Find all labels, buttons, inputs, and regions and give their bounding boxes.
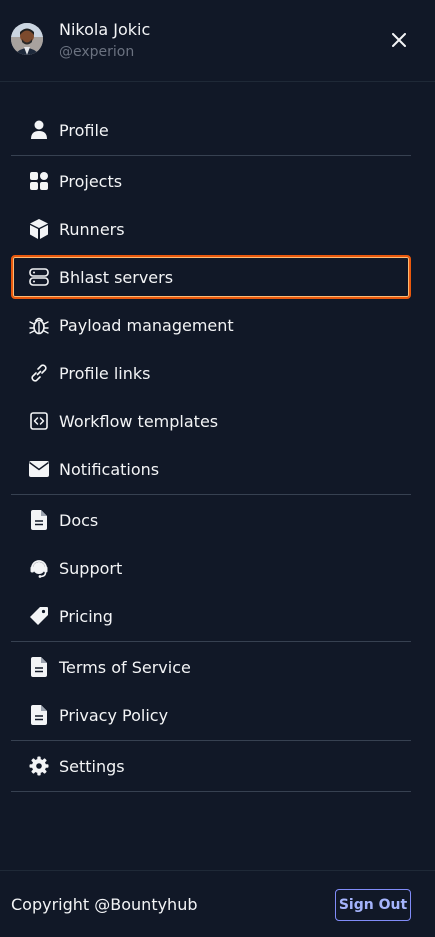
user-handle: @experion [59, 44, 135, 60]
divider [11, 641, 411, 642]
menu-item-pricing[interactable]: Pricing [11, 592, 411, 640]
tag-icon [29, 606, 49, 626]
bug-icon [29, 315, 49, 335]
nav-menu: Profile Projects Runners Bhlast servers … [11, 106, 411, 793]
cube-icon [29, 219, 49, 239]
server-icon [29, 267, 49, 287]
document-icon [29, 705, 49, 725]
grid-icon [29, 171, 49, 191]
menu-item-profile[interactable]: Profile [11, 106, 411, 154]
menu-item-support[interactable]: Support [11, 544, 411, 592]
menu-item-label: Settings [59, 756, 125, 776]
menu-item-projects[interactable]: Projects [11, 157, 411, 205]
divider [11, 494, 411, 495]
menu-item-runners[interactable]: Runners [11, 205, 411, 253]
user-icon [29, 120, 49, 140]
user-name: Nikola Jokic [59, 20, 151, 39]
menu-item-payload-management[interactable]: Payload management [11, 301, 411, 349]
document-icon [29, 657, 49, 677]
menu-item-label: Profile [59, 120, 109, 140]
link-icon [29, 363, 49, 383]
menu-item-label: Privacy Policy [59, 705, 169, 725]
menu-item-workflow-templates[interactable]: Workflow templates [11, 397, 411, 445]
menu-item-terms-of-service[interactable]: Terms of Service [11, 643, 411, 691]
menu-item-notifications[interactable]: Notifications [11, 445, 411, 493]
menu-item-label: Bhlast servers [59, 267, 174, 287]
menu-item-label: Notifications [59, 459, 160, 479]
footer: Copyright @Bountyhub Sign Out [0, 870, 435, 937]
copyright-text: Copyright @Bountyhub [11, 895, 198, 914]
envelope-icon [29, 459, 49, 479]
menu-item-label: Support [59, 558, 123, 578]
divider [11, 155, 411, 156]
menu-item-docs[interactable]: Docs [11, 496, 411, 544]
menu-item-label: Terms of Service [59, 657, 191, 677]
menu-item-bhlast-servers[interactable]: Bhlast servers [11, 255, 411, 299]
menu-item-label: Docs [59, 510, 99, 530]
menu-item-label: Workflow templates [59, 411, 219, 431]
divider [11, 791, 411, 792]
close-icon [392, 33, 406, 47]
avatar[interactable] [11, 23, 43, 55]
menu-item-profile-links[interactable]: Profile links [11, 349, 411, 397]
sign-out-button[interactable]: Sign Out [335, 889, 411, 921]
gear-icon [29, 756, 49, 776]
menu-item-label: Payload management [59, 315, 234, 335]
menu-item-label: Profile links [59, 363, 151, 383]
menu-item-label: Projects [59, 171, 123, 191]
menu-item-privacy-policy[interactable]: Privacy Policy [11, 691, 411, 739]
profile-header: Nikola Jokic @experion [0, 0, 435, 82]
menu-item-settings[interactable]: Settings [11, 742, 411, 790]
document-icon [29, 510, 49, 530]
menu-item-label: Runners [59, 219, 125, 239]
headset-icon [29, 558, 49, 578]
divider [11, 740, 411, 741]
code-icon [29, 411, 49, 431]
close-button[interactable] [386, 27, 412, 53]
menu-item-label: Pricing [59, 606, 113, 626]
